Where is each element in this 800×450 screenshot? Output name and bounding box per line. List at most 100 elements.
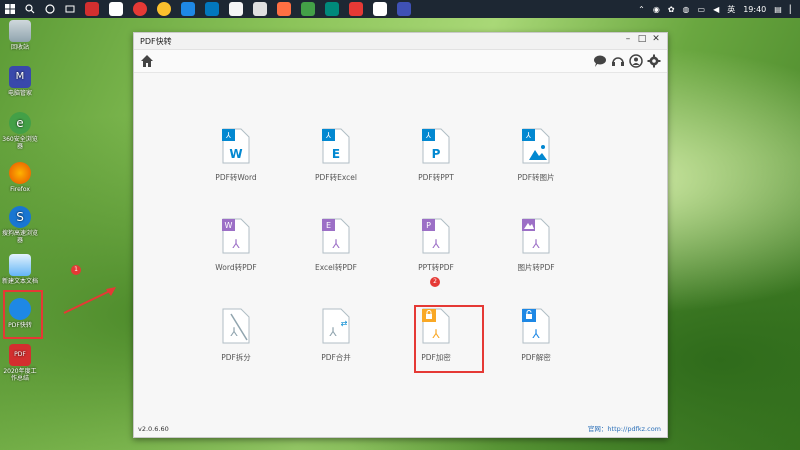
svg-text:⅄: ⅄ (531, 327, 540, 341)
tile-pdf-to-excel[interactable]: ⅄ E PDF转Excel (296, 128, 376, 183)
svg-text:⅄: ⅄ (331, 237, 340, 251)
arrow-icon (63, 287, 116, 314)
tile-image-to-pdf[interactable]: ⅄ 图片转PDF (496, 218, 576, 273)
tile-excel-to-pdf[interactable]: E ⅄ Excel转PDF (296, 218, 376, 273)
desktop-icon-sogou-browser[interactable]: S 搜狗高速浏览器 (2, 206, 38, 244)
svg-text:W: W (229, 147, 242, 161)
gear-icon[interactable] (647, 54, 661, 68)
taskbar-app-icon[interactable] (133, 2, 147, 16)
desktop-icon-firefox[interactable]: Firefox (2, 162, 38, 193)
svg-text:⅄: ⅄ (328, 325, 337, 339)
tray-app-icon[interactable]: ✿ (668, 5, 675, 14)
website-link[interactable]: 官网：http://pdfkz.com (588, 423, 661, 433)
window-titlebar[interactable]: PDF快转 – □ ✕ (134, 33, 667, 50)
pdf-to-excel-icon: ⅄E (322, 128, 350, 164)
maximize-button[interactable]: □ (635, 34, 649, 44)
taskbar-app-pdfkz-icon[interactable] (397, 2, 411, 16)
image-to-pdf-icon: ⅄ (522, 218, 550, 254)
sogou-browser-icon: S (9, 206, 31, 228)
desktop-icon-text-document[interactable]: 新建文本文档 (2, 254, 38, 285)
taskbar-app-icon[interactable] (205, 2, 219, 16)
headset-icon[interactable] (611, 54, 625, 68)
tile-word-to-pdf[interactable]: W ⅄ Word转PDF (196, 218, 276, 273)
network-icon[interactable]: ▭ (698, 5, 706, 14)
text-document-icon (9, 254, 31, 276)
taskbar-app-icon[interactable] (85, 2, 99, 16)
svg-text:⅄: ⅄ (525, 131, 531, 140)
taskbar-app-icon[interactable] (325, 2, 339, 16)
desktop-icon-computer-manager[interactable]: M 电脑管家 (2, 66, 38, 97)
highlight-box-encrypt (414, 305, 484, 373)
chevron-up-icon[interactable]: ⌃ (638, 5, 645, 14)
svg-text:⅄: ⅄ (225, 131, 231, 140)
user-icon[interactable] (629, 54, 643, 68)
svg-text:⅄: ⅄ (231, 237, 240, 251)
highlight-box-pdfkz (3, 290, 43, 339)
taskbar-app-icon[interactable] (349, 2, 363, 16)
svg-text:⇄: ⇄ (341, 319, 348, 328)
pdf-to-word-icon: ⅄W (222, 128, 250, 164)
taskbar-app-icon[interactable] (253, 2, 267, 16)
clock[interactable]: 19:40 (743, 5, 766, 14)
tile-pdf-merge[interactable]: ⅄ ⇄ PDF合并 (296, 308, 376, 363)
pdf-split-icon: ⅄ (222, 308, 250, 344)
windows-start-icon[interactable] (2, 1, 18, 17)
pdfkz-window: PDF快转 – □ ✕ ⅄ W PDF转Word ⅄ E PDF转Excel ⅄… (133, 32, 668, 438)
tray-app-icon[interactable]: ◉ (653, 5, 660, 14)
system-tray: ⌃ ◉ ✿ ◍ ▭ ◀ 英 19:40 ▤ ▏ (634, 0, 800, 18)
input-language[interactable]: 英 (727, 4, 735, 15)
excel-to-pdf-icon: E⅄ (322, 218, 350, 254)
window-toolbar (134, 50, 667, 73)
search-icon[interactable] (22, 1, 38, 17)
taskbar: ⌃ ◉ ✿ ◍ ▭ ◀ 英 19:40 ▤ ▏ (0, 0, 800, 18)
pdf-to-ppt-icon: ⅄P (422, 128, 450, 164)
desktop-icon-recycle-bin[interactable]: 回收站 (2, 20, 38, 51)
svg-text:⅄: ⅄ (431, 237, 440, 251)
task-view-icon[interactable] (62, 1, 78, 17)
svg-text:⅄: ⅄ (425, 131, 431, 140)
pdf-merge-icon: ⅄⇄ (322, 308, 350, 344)
pdf-file-icon: PDF (9, 344, 31, 366)
desktop-icon-360-browser[interactable]: e 360安全浏览器 (2, 112, 38, 150)
taskbar-app-icon[interactable] (109, 2, 123, 16)
close-button[interactable]: ✕ (649, 34, 663, 44)
svg-text:⅄: ⅄ (229, 325, 238, 339)
taskbar-app-icon[interactable] (277, 2, 291, 16)
tile-pdf-decrypt[interactable]: ⅄ PDF解密 (496, 308, 576, 363)
recycle-bin-icon (9, 20, 31, 42)
notification-icon[interactable]: ▤ (774, 5, 782, 14)
svg-text:P: P (432, 147, 441, 161)
step-badge-2: 2 (430, 277, 440, 287)
ppt-to-pdf-icon: P⅄ (422, 218, 450, 254)
taskbar-app-icon[interactable] (157, 2, 171, 16)
tray-app-icon[interactable]: ◍ (683, 5, 690, 14)
svg-text:⅄: ⅄ (325, 131, 331, 140)
tile-pdf-split[interactable]: ⅄ PDF拆分 (196, 308, 276, 363)
taskbar-app-icon[interactable] (229, 2, 243, 16)
step-badge-1: 1 (71, 265, 81, 275)
minimize-button[interactable]: – (621, 34, 635, 44)
cortana-icon[interactable] (42, 1, 58, 17)
svg-text:P: P (426, 221, 431, 230)
tile-pdf-to-word[interactable]: ⅄ W PDF转Word (196, 128, 276, 183)
taskbar-app-icon[interactable] (181, 2, 195, 16)
show-desktop-button[interactable]: ▏ (790, 5, 796, 14)
tile-pdf-to-image[interactable]: ⅄ PDF转图片 (496, 128, 576, 183)
version-label: v2.0.6.60 (138, 425, 169, 433)
desktop-icon-pdf-document[interactable]: PDF 2020年度工作总结 (2, 344, 38, 382)
taskbar-app-icon[interactable] (301, 2, 315, 16)
window-title: PDF快转 (140, 36, 172, 46)
volume-icon[interactable]: ◀ (713, 5, 719, 14)
svg-text:E: E (326, 221, 331, 230)
taskbar-app-icon[interactable] (373, 2, 387, 16)
home-icon[interactable] (140, 54, 154, 68)
firefox-icon (9, 162, 31, 184)
tile-pdf-to-ppt[interactable]: ⅄ P PDF转PPT (396, 128, 476, 183)
computer-manager-icon: M (9, 66, 31, 88)
360-browser-icon: e (9, 112, 31, 134)
word-to-pdf-icon: W⅄ (222, 218, 250, 254)
svg-text:⅄: ⅄ (531, 237, 540, 251)
svg-text:E: E (332, 147, 340, 161)
tile-ppt-to-pdf[interactable]: P ⅄ PPT转PDF (396, 218, 476, 273)
chat-icon[interactable] (593, 54, 607, 68)
